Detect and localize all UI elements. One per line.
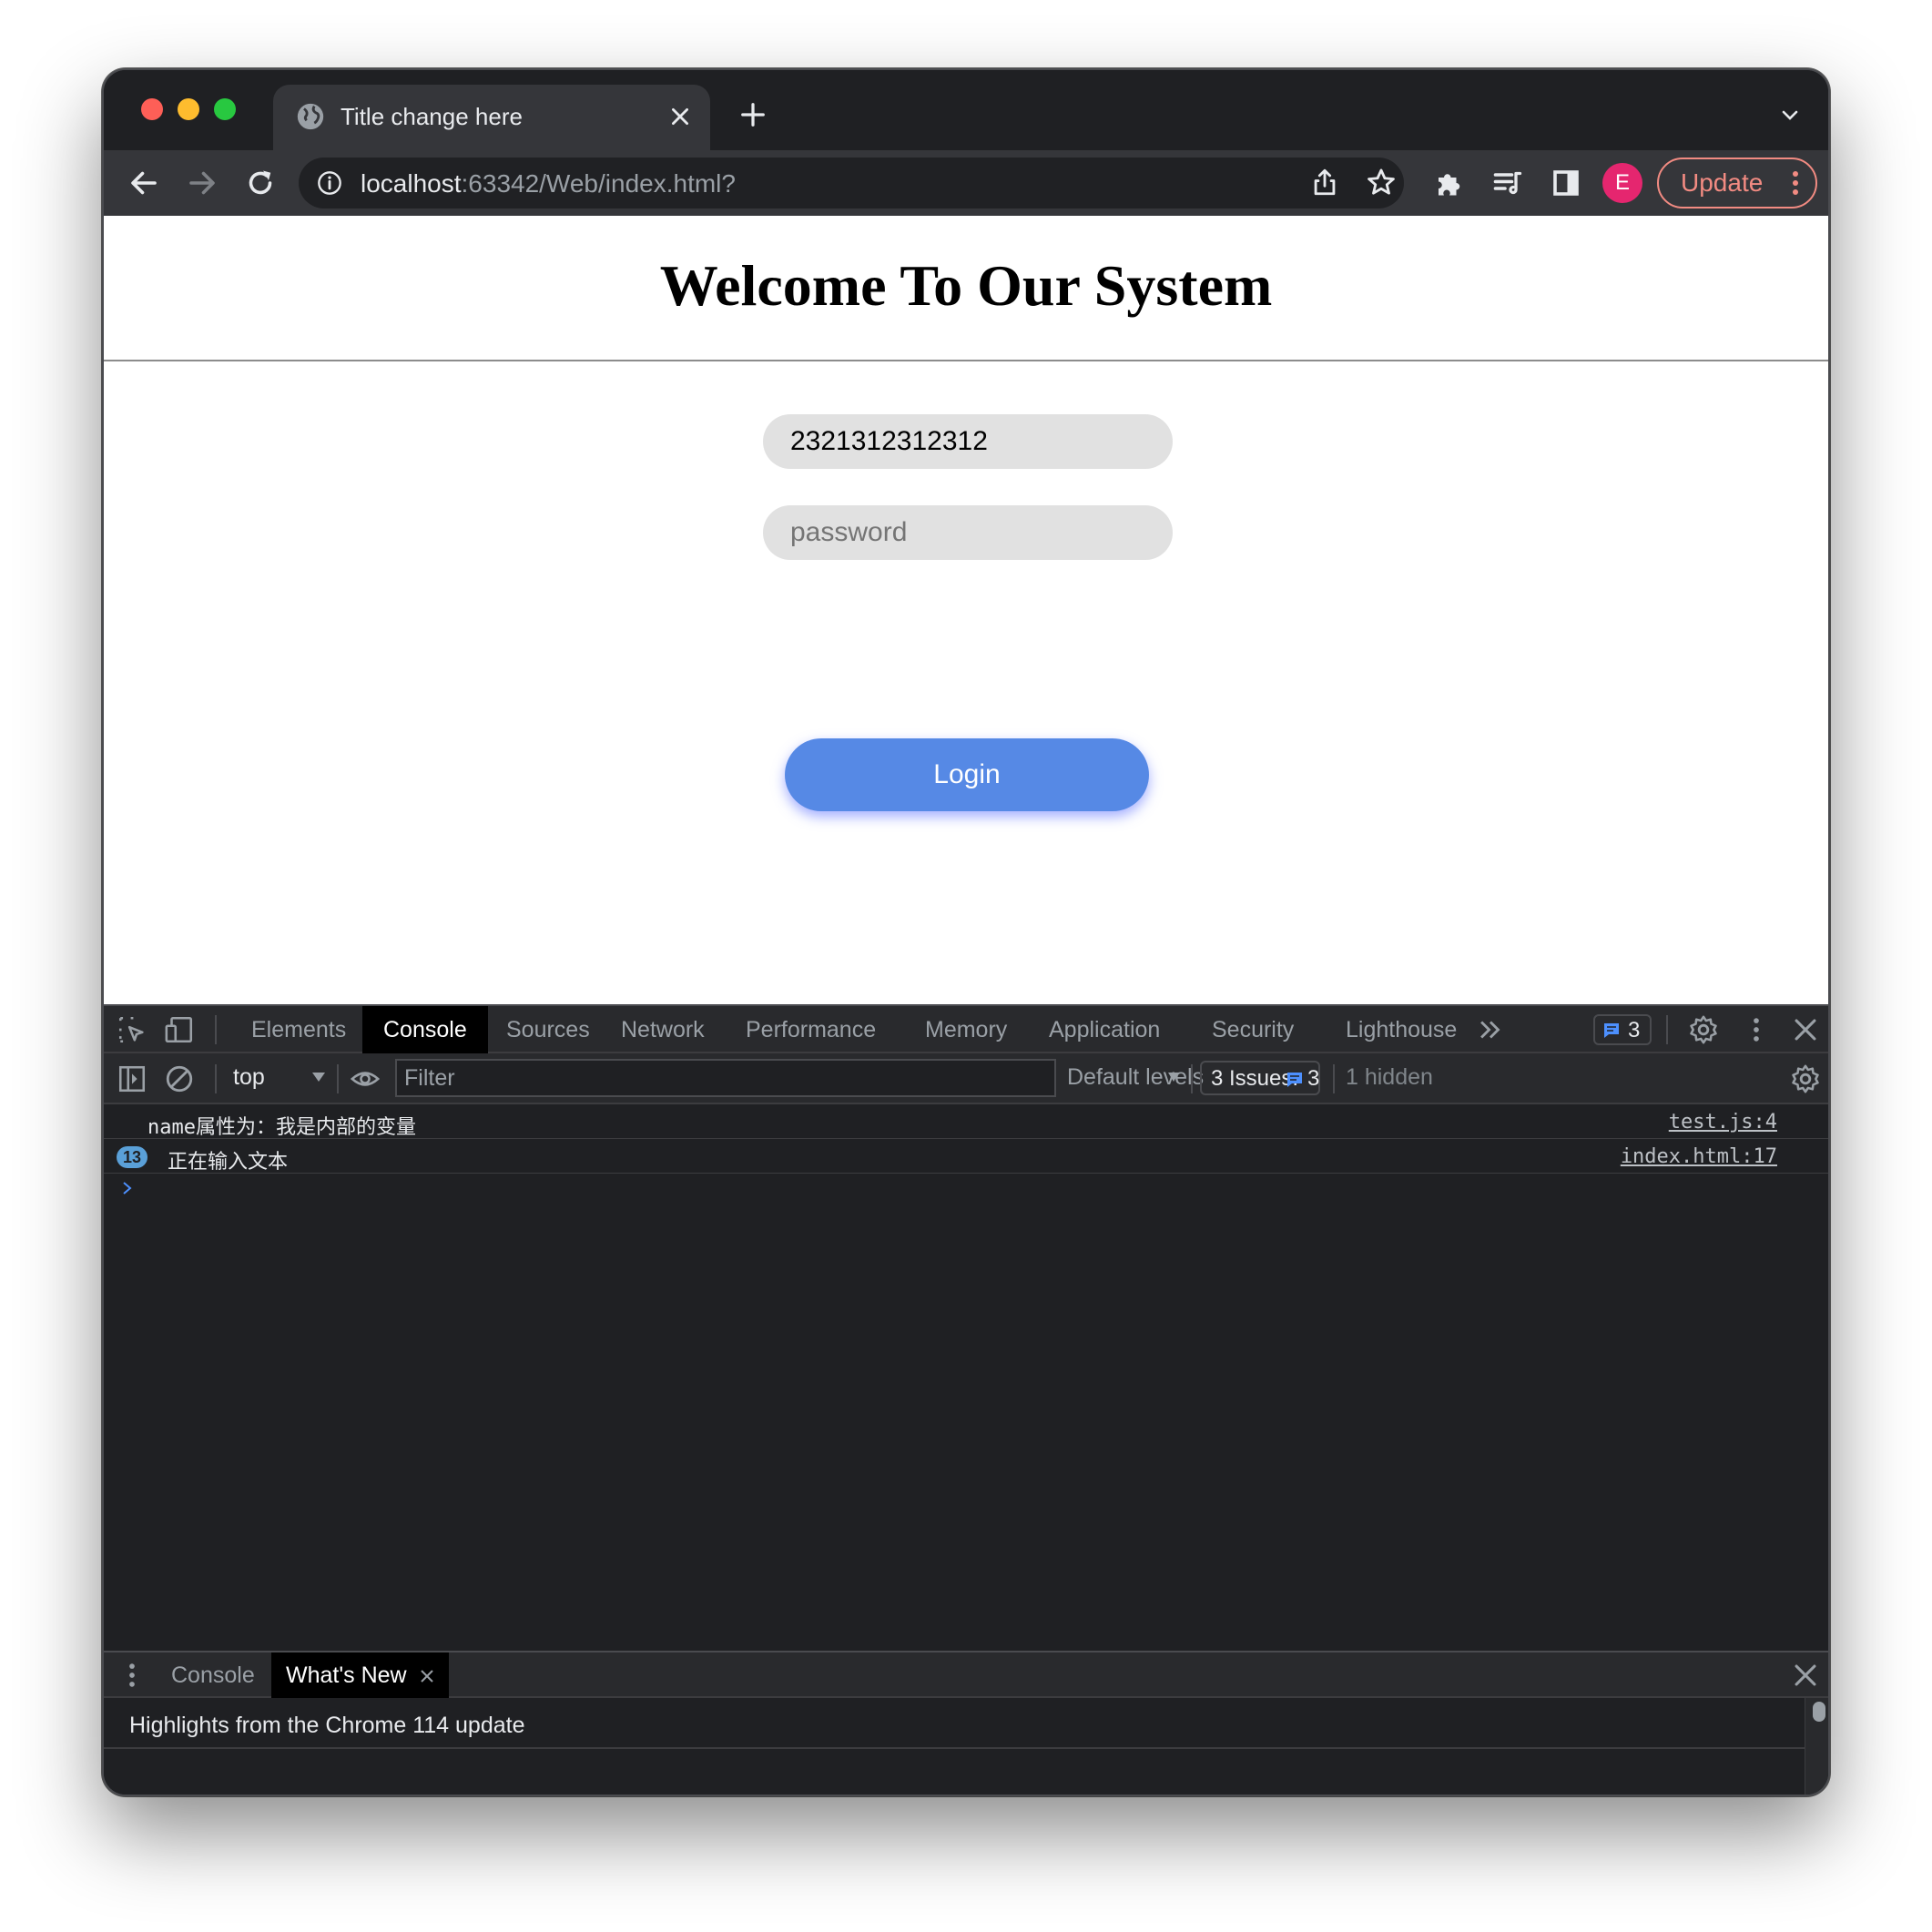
separator (337, 1064, 339, 1093)
device-toolbar-icon[interactable] (164, 1014, 195, 1045)
page-header: Welcome To Our System (104, 216, 1828, 361)
drawer-tab-console[interactable]: Console (171, 1652, 255, 1698)
context-dropdown-icon[interactable] (311, 1072, 326, 1083)
address-bar[interactable]: localhost:63342/Web/index.html? (299, 158, 1404, 208)
tab-performance[interactable]: Performance (746, 1006, 876, 1053)
tab-strip: Title change here (104, 70, 1828, 150)
console-prompt-chevron-icon[interactable] (120, 1181, 135, 1195)
forward-icon[interactable] (186, 167, 219, 199)
more-menu-icon (1793, 171, 1798, 195)
back-icon[interactable] (127, 167, 160, 199)
separator (1666, 1015, 1668, 1044)
browser-tab[interactable]: Title change here (273, 85, 710, 150)
tab-lighthouse[interactable]: Lighthouse (1346, 1006, 1457, 1053)
login-button[interactable]: Login (785, 738, 1149, 811)
more-tabs-chevron-icon[interactable] (1475, 1014, 1506, 1045)
close-devtools-icon[interactable] (1790, 1014, 1821, 1045)
drawer-tab-bar: Console What's New (104, 1651, 1828, 1698)
live-expression-eye-icon[interactable] (350, 1063, 381, 1094)
tab-search-chevron-icon[interactable] (1779, 105, 1801, 127)
browser-window: Title change here localhost:63342/Web/in… (102, 68, 1830, 1796)
separator (215, 1064, 217, 1093)
side-panel-icon[interactable] (1550, 167, 1582, 199)
new-tab-icon[interactable] (739, 101, 767, 128)
console-message-text: 正在输入文本 (168, 1151, 289, 1174)
separator (1333, 1064, 1335, 1093)
username-input[interactable] (763, 414, 1173, 469)
profile-avatar[interactable]: E (1602, 163, 1642, 203)
url-host: localhost (361, 169, 462, 198)
clear-console-icon[interactable] (164, 1063, 195, 1094)
whats-new-panel: Highlights from the Chrome 114 update (104, 1698, 1828, 1795)
tab-network[interactable]: Network (621, 1006, 705, 1053)
settings-gear-icon[interactable] (1688, 1014, 1719, 1045)
issue-message-icon (1287, 1073, 1302, 1087)
tab-memory[interactable]: Memory (925, 1006, 1007, 1053)
customize-menu-icon[interactable] (1741, 1014, 1772, 1045)
issues-counter[interactable]: 3 Issues: 3 (1200, 1061, 1320, 1095)
site-info-icon[interactable] (317, 170, 342, 196)
globe-icon (297, 103, 324, 130)
console-message-text: name属性为：我是内部的变量 (147, 1116, 416, 1139)
url-path: :63342/Web/index.html? (461, 169, 736, 198)
drawer-menu-icon[interactable] (117, 1660, 147, 1691)
maximize-window-button[interactable] (214, 98, 236, 120)
web-page: Welcome To Our System Login (104, 216, 1828, 1004)
reload-icon[interactable] (244, 167, 277, 199)
console-message: 13 正在输入文本 index.html:17 (104, 1141, 1828, 1174)
extensions-puzzle-icon[interactable] (1433, 167, 1466, 199)
share-icon[interactable] (1309, 167, 1340, 198)
tab-title: Title change here (341, 103, 523, 130)
close-tab-icon[interactable] (668, 105, 692, 128)
log-levels-dropdown[interactable]: Default levels (1067, 1064, 1204, 1091)
drawer-tab-whats-new[interactable]: What's New (271, 1652, 449, 1698)
page-title: Welcome To Our System (659, 253, 1273, 318)
context-selector[interactable]: top (233, 1064, 265, 1091)
password-input[interactable] (763, 505, 1173, 560)
separator (1191, 1064, 1193, 1093)
console-toolbar: top Default levels 3 Issues: 3 (104, 1053, 1828, 1104)
whats-new-highlight: Highlights from the Chrome 114 update (129, 1713, 525, 1738)
console-settings-gear-icon[interactable] (1790, 1063, 1821, 1094)
scrollbar-thumb[interactable] (1813, 1702, 1825, 1722)
console-filter-input[interactable] (395, 1059, 1056, 1097)
scrollbar[interactable] (1805, 1698, 1828, 1795)
repeat-count-badge: 13 (117, 1146, 147, 1168)
console-message: name属性为：我是内部的变量 test.js:4 (104, 1106, 1828, 1139)
console-source-link[interactable]: test.js:4 (1669, 1111, 1777, 1134)
devtools-tab-bar: Elements Console Sources Network Perform… (104, 1004, 1828, 1053)
close-drawer-tab-icon[interactable] (420, 1669, 434, 1683)
drawer-tab-label: What's New (286, 1663, 407, 1688)
message-icon (1604, 1023, 1619, 1038)
bookmark-star-icon[interactable] (1366, 167, 1397, 198)
minimize-window-button[interactable] (178, 98, 199, 120)
console-source-link[interactable]: index.html:17 (1621, 1145, 1777, 1168)
tab-application[interactable]: Application (1049, 1006, 1160, 1053)
levels-dropdown-icon[interactable] (1167, 1072, 1180, 1083)
tab-sources[interactable]: Sources (506, 1006, 590, 1053)
divider (104, 1747, 1805, 1749)
issues-count: 3 (1307, 1066, 1320, 1091)
separator (215, 1015, 217, 1044)
close-window-button[interactable] (141, 98, 163, 120)
close-drawer-icon[interactable] (1790, 1660, 1821, 1691)
devtools-panel: Elements Console Sources Network Perform… (104, 1004, 1828, 1795)
browser-toolbar: localhost:63342/Web/index.html? E Update (104, 150, 1828, 216)
messages-badge[interactable]: 3 (1593, 1014, 1652, 1045)
update-label: Update (1681, 168, 1764, 197)
messages-count: 3 (1628, 1018, 1641, 1042)
url-text[interactable]: localhost:63342/Web/index.html? (361, 169, 736, 198)
tab-elements[interactable]: Elements (251, 1006, 346, 1053)
update-button[interactable]: Update (1657, 158, 1817, 208)
hidden-messages-count: 1 hidden (1346, 1064, 1433, 1090)
inspect-element-icon[interactable] (117, 1014, 147, 1045)
sidebar-toggle-icon[interactable] (117, 1063, 147, 1094)
reading-list-icon[interactable] (1491, 167, 1524, 199)
tab-console[interactable]: Console (362, 1006, 488, 1053)
tab-security[interactable]: Security (1212, 1006, 1294, 1053)
